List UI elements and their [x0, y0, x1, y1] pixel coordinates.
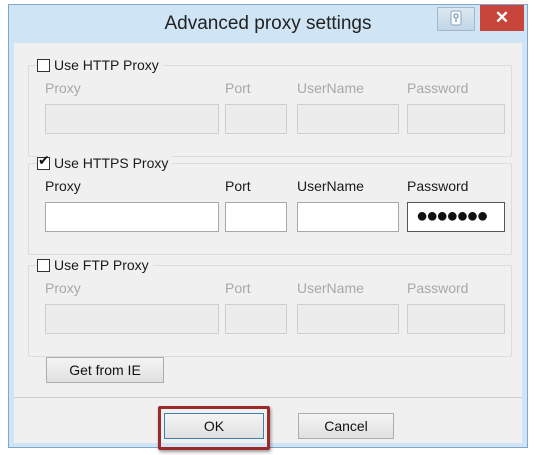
ok-button[interactable]: OK	[164, 413, 264, 439]
https-password-label: Password	[407, 178, 469, 194]
http-port-field[interactable]	[225, 104, 287, 134]
https-proxy-field[interactable]	[45, 202, 219, 232]
http-username-field[interactable]	[297, 104, 399, 134]
ftp-proxy-label: Proxy	[45, 280, 81, 296]
https-proxy-legend: ✔ Use HTTPS Proxy	[37, 153, 173, 173]
use-ftp-proxy-label[interactable]: Use FTP Proxy	[54, 257, 149, 273]
ftp-proxy-group: Use FTP Proxy Proxy Port UserName Passwo…	[28, 255, 512, 357]
checkmark-icon: ✔	[38, 152, 50, 169]
help-button[interactable]	[437, 7, 475, 31]
ftp-port-field[interactable]	[225, 304, 287, 334]
https-proxy-label: Proxy	[45, 178, 81, 194]
dialog-content: Use HTTP Proxy Proxy Port UserName Passw…	[14, 43, 522, 450]
http-username-label: UserName	[297, 80, 364, 96]
close-icon: ✕	[494, 8, 510, 27]
https-proxy-group: ✔ Use HTTPS Proxy Proxy Port UserName Pa…	[28, 153, 512, 255]
use-http-proxy-label[interactable]: Use HTTP Proxy	[54, 57, 159, 73]
cancel-button[interactable]: Cancel	[298, 413, 394, 439]
ftp-proxy-legend: Use FTP Proxy	[37, 255, 153, 275]
get-from-ie-button[interactable]: Get from IE	[46, 357, 164, 383]
ftp-username-label: UserName	[297, 280, 364, 296]
https-username-field[interactable]	[297, 202, 399, 232]
http-port-label: Port	[225, 80, 251, 96]
help-icon	[450, 10, 462, 29]
http-proxy-group: Use HTTP Proxy Proxy Port UserName Passw…	[28, 55, 512, 157]
https-password-value: ●●●●●●●	[416, 205, 489, 227]
https-port-field[interactable]	[225, 202, 287, 232]
footer-divider	[14, 397, 522, 398]
https-username-label: UserName	[297, 178, 364, 194]
http-proxy-label: Proxy	[45, 80, 81, 96]
http-proxy-field[interactable]	[45, 104, 219, 134]
ftp-password-field[interactable]	[407, 304, 505, 334]
http-password-label: Password	[407, 80, 469, 96]
use-http-proxy-checkbox[interactable]	[37, 58, 50, 72]
use-https-proxy-checkbox[interactable]: ✔	[37, 153, 50, 170]
http-password-field[interactable]	[407, 104, 505, 134]
ftp-port-label: Port	[225, 280, 251, 296]
https-password-field[interactable]: ●●●●●●●	[407, 202, 505, 232]
close-button[interactable]: ✕	[480, 5, 524, 31]
http-proxy-legend: Use HTTP Proxy	[37, 55, 163, 75]
use-ftp-proxy-checkbox[interactable]	[37, 258, 50, 272]
ftp-proxy-field[interactable]	[45, 304, 219, 334]
ftp-password-label: Password	[407, 280, 469, 296]
use-https-proxy-label[interactable]: Use HTTPS Proxy	[54, 155, 168, 171]
dialog-window: Advanced proxy settings ✕ Use HTTP Proxy…	[8, 4, 528, 450]
https-port-label: Port	[225, 178, 251, 194]
ftp-username-field[interactable]	[297, 304, 399, 334]
title-bar[interactable]: Advanced proxy settings ✕	[9, 5, 527, 43]
